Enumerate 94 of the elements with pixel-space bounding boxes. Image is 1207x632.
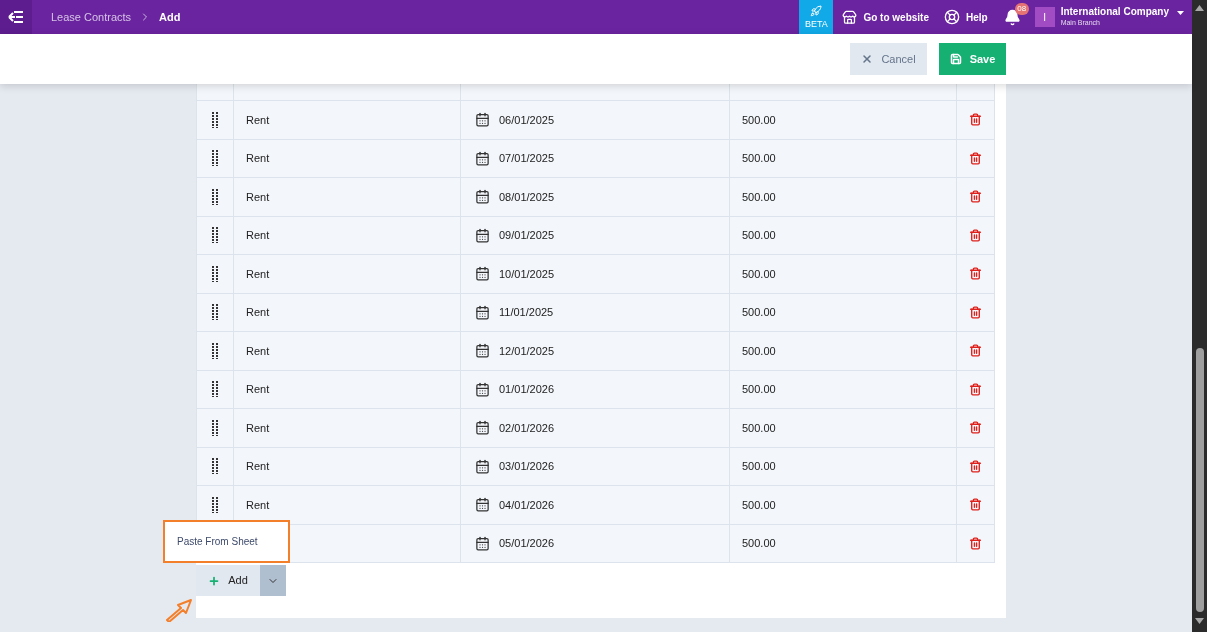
drag-handle-icon[interactable] — [212, 150, 218, 167]
dropdown-toggle[interactable] — [260, 565, 286, 596]
drag-handle-icon[interactable] — [212, 419, 218, 436]
rocket-icon — [810, 5, 823, 17]
type-cell-text: Rent — [246, 497, 270, 513]
date-cell[interactable]: 11/01/2025 — [499, 304, 554, 321]
drag-handle-icon[interactable] — [212, 111, 218, 128]
amount-cell[interactable]: 500.00 — [742, 342, 776, 359]
menu-icon[interactable] — [0, 0, 32, 34]
amount-cell[interactable]: 500.00 — [742, 188, 776, 205]
cancel-button[interactable]: Cancel — [850, 43, 927, 75]
type-cell-text: Rent — [246, 112, 270, 128]
amount-cell[interactable]: 500.00 — [742, 381, 776, 398]
calendar-icon[interactable] — [475, 112, 490, 128]
add-button[interactable]: Add — [196, 565, 260, 596]
close-icon — [861, 53, 874, 65]
drag-handle-icon[interactable] — [212, 304, 218, 321]
type-cell-text: Rent — [246, 305, 270, 320]
delete-icon[interactable] — [969, 421, 982, 435]
calendar-icon[interactable] — [475, 343, 490, 359]
calendar-icon[interactable] — [475, 304, 490, 320]
date-cell[interactable]: 01/01/2026 — [499, 381, 555, 398]
save-icon — [949, 53, 962, 65]
date-cell[interactable]: 06/01/2025 — [499, 111, 555, 128]
amount-cell[interactable]: 500.00 — [742, 496, 776, 513]
drag-handle-icon[interactable] — [212, 188, 218, 205]
delete-icon[interactable] — [969, 151, 982, 165]
lifebuoy-icon — [943, 9, 960, 25]
type-cell-text: Rent — [246, 459, 270, 474]
type-cell-text: Rent — [246, 420, 270, 436]
delete-icon[interactable] — [969, 382, 982, 396]
notification-count: 08 — [1014, 2, 1029, 15]
date-cell[interactable]: 05/01/2026 — [499, 535, 555, 552]
scroll-down-icon[interactable] — [1195, 618, 1204, 624]
store-icon — [842, 9, 858, 25]
type-cell-text: Rent — [246, 343, 270, 359]
scrollbar[interactable] — [1192, 0, 1207, 632]
drag-handle-icon[interactable] — [212, 496, 218, 513]
calendar-icon[interactable] — [475, 150, 490, 166]
delete-icon[interactable] — [969, 228, 982, 242]
breadcrumb-item: Add — [159, 9, 181, 25]
date-cell[interactable]: 09/01/2025 — [499, 227, 555, 244]
calendar-icon[interactable] — [475, 497, 490, 513]
date-cell[interactable]: 08/01/2025 — [499, 188, 555, 205]
amount-cell[interactable]: 500.00 — [742, 304, 776, 321]
calendar-icon[interactable] — [475, 266, 490, 282]
calendar-icon[interactable] — [475, 420, 490, 436]
website-link[interactable]: Go to website — [842, 9, 929, 25]
type-cell-text: Rent — [246, 266, 270, 282]
date-cell[interactable]: 03/01/2026 — [499, 458, 555, 475]
calendar-icon[interactable] — [475, 189, 490, 205]
amount-cell[interactable]: 500.00 — [742, 419, 776, 436]
calendar-icon[interactable] — [475, 381, 490, 397]
arrow-icon — [165, 598, 195, 622]
amount-cell[interactable]: 500.00 — [742, 265, 776, 282]
drag-handle-icon[interactable] — [212, 381, 218, 398]
amount-cell[interactable]: 500.00 — [742, 535, 776, 552]
amount-cell[interactable]: 500.00 — [742, 458, 776, 475]
amount-cell[interactable]: 500.00 — [742, 111, 776, 128]
delete-icon[interactable] — [969, 267, 982, 281]
scrollbar-thumb[interactable] — [1195, 348, 1204, 612]
type-cell-text: Rent — [246, 228, 270, 243]
delete-icon[interactable] — [969, 305, 982, 319]
date-cell[interactable]: 02/01/2026 — [499, 419, 555, 436]
caret-icon[interactable] — [1177, 11, 1184, 15]
breadcrumb-item[interactable]: Lease Contracts — [51, 8, 132, 26]
drag-handle-icon[interactable] — [212, 342, 218, 359]
type-cell-text: Rent — [246, 189, 270, 205]
delete-icon[interactable] — [969, 113, 982, 127]
date-cell[interactable]: 10/01/2025 — [499, 265, 555, 282]
help-link[interactable]: Help — [943, 9, 988, 25]
amount-cell[interactable]: 500.00 — [742, 227, 776, 244]
date-cell[interactable]: 12/01/2025 — [499, 342, 555, 359]
amount-cell[interactable]: 500.00 — [742, 150, 776, 167]
date-cell[interactable]: 04/01/2026 — [499, 496, 555, 513]
delete-icon[interactable] — [969, 344, 982, 358]
delete-icon[interactable] — [969, 459, 982, 473]
delete-icon[interactable] — [969, 190, 982, 204]
drag-handle-icon[interactable] — [212, 265, 218, 282]
type-cell-text: Rent — [246, 382, 270, 397]
plus-icon — [208, 574, 221, 587]
calendar-icon[interactable] — [475, 227, 490, 243]
delete-icon[interactable] — [969, 536, 982, 550]
menu-item[interactable]: Paste From Sheet — [165, 534, 288, 549]
date-cell[interactable]: 07/01/2025 — [499, 150, 555, 167]
calendar-icon[interactable] — [475, 535, 490, 551]
drag-handle-icon[interactable] — [212, 227, 218, 244]
calendar-icon[interactable] — [475, 458, 490, 474]
company-name[interactable]: International Company — [1060, 6, 1169, 19]
scroll-up-icon[interactable] — [1195, 5, 1204, 11]
drag-handle-icon[interactable] — [212, 458, 218, 475]
delete-icon[interactable] — [969, 498, 982, 512]
avatar[interactable]: I — [1034, 7, 1055, 27]
type-cell-text: Rent — [246, 151, 270, 166]
